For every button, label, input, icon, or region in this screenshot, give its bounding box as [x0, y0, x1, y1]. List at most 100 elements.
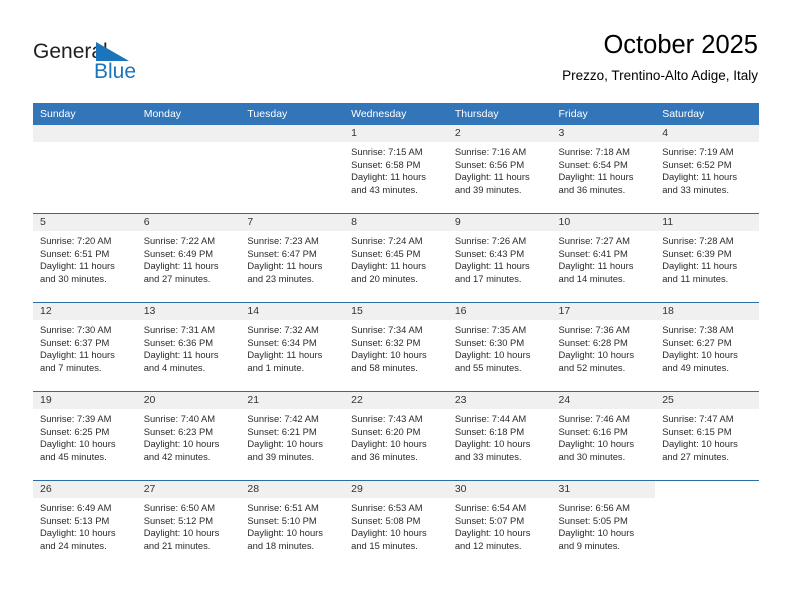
day-details: Sunrise: 7:28 AM Sunset: 6:39 PM Daylight:… — [655, 231, 759, 285]
page-title: October 2025 — [603, 31, 758, 59]
calendar-day-cell[interactable]: 10 Sunrise: 7:27 AM Sunset: 6:41 PM Dayligh… — [551, 213, 656, 303]
daylight-text-line1: Daylight: 11 hours — [558, 260, 634, 272]
day-number-band — [33, 125, 137, 142]
day-number: 27 — [136, 481, 241, 498]
day-number: 3 — [551, 125, 656, 142]
calendar-day-cell[interactable]: 17 Sunrise: 7:36 AM Sunset: 6:28 PM Dayligh… — [551, 302, 656, 392]
day-number: 16 — [447, 303, 552, 320]
sunrise-text: Sunrise: 7:43 AM — [351, 413, 423, 424]
calendar-day-cell[interactable]: 28 Sunrise: 6:51 AM Sunset: 5:10 PM Dayligh… — [240, 480, 345, 569]
sunrise-text: Sunrise: 7:39 AM — [40, 413, 112, 424]
sunset-text: Sunset: 5:13 PM — [40, 514, 110, 526]
day-details: Sunrise: 7:18 AM Sunset: 6:54 PM Daylight:… — [552, 142, 656, 196]
calendar-day-cell[interactable]: 14 Sunrise: 7:32 AM Sunset: 6:34 PM Dayligh… — [240, 302, 345, 392]
sunrise-text: Sunrise: 6:54 AM — [454, 502, 527, 513]
calendar-day-cell[interactable]: 24 Sunrise: 7:46 AM Sunset: 6:16 PM Dayligh… — [551, 391, 656, 481]
page-header: General Blue October 2025 Prezzo, Trenti… — [0, 0, 792, 103]
day-details: Sunrise: 7:39 AM Sunset: 6:25 PM Daylight:… — [33, 409, 137, 463]
logo-svg: General Blue — [33, 40, 136, 83]
calendar-day-cell[interactable]: 12 Sunrise: 7:30 AM Sunset: 6:37 PM Dayligh… — [33, 302, 137, 392]
sunrise-text: Sunrise: 7:24 AM — [351, 235, 423, 246]
calendar-day-cell[interactable]: 4 Sunrise: 7:19 AM Sunset: 6:52 PM Daylight… — [655, 125, 759, 214]
calendar-day-cell[interactable]: 6 Sunrise: 7:22 AM Sunset: 6:49 PM Daylight… — [136, 213, 241, 303]
calendar-day-cell[interactable]: 22 Sunrise: 7:43 AM Sunset: 6:20 PM Dayligh… — [344, 391, 448, 481]
daylight-text-line1: Daylight: 10 hours — [558, 438, 635, 450]
calendar-day-cell[interactable]: 5 Sunrise: 7:20 AM Sunset: 6:51 PM Daylight… — [33, 213, 137, 303]
calendar-day-cell[interactable]: 19 Sunrise: 7:39 AM Sunset: 6:25 PM Dayligh… — [33, 391, 137, 481]
daylight-text-line2: and 20 minutes. — [351, 272, 418, 284]
day-details: Sunrise: 7:40 AM Sunset: 6:23 PM Daylight:… — [137, 409, 241, 463]
calendar-day-cell[interactable]: 9 Sunrise: 7:26 AM Sunset: 6:43 PM Daylight… — [447, 213, 552, 303]
sunset-text: Sunset: 6:54 PM — [558, 158, 628, 170]
day-details: Sunrise: 7:31 AM Sunset: 6:36 PM Daylight:… — [137, 320, 241, 374]
day-number: 30 — [447, 481, 552, 498]
day-details: Sunrise: 7:35 AM Sunset: 6:30 PM Daylight:… — [448, 320, 552, 374]
calendar-day-cell[interactable]: 16 Sunrise: 7:35 AM Sunset: 6:30 PM Dayligh… — [447, 302, 552, 392]
sunset-text: Sunset: 6:27 PM — [662, 336, 732, 348]
day-number: 12 — [33, 303, 137, 320]
sunset-text: Sunset: 6:16 PM — [558, 425, 628, 437]
sunrise-text: Sunrise: 6:56 AM — [558, 502, 630, 513]
sunrise-text: Sunrise: 7:46 AM — [558, 413, 630, 424]
calendar-day-cell[interactable]: 13 Sunrise: 7:31 AM Sunset: 6:36 PM Dayligh… — [136, 302, 241, 392]
sunrise-text: Sunrise: 7:23 AM — [247, 235, 319, 246]
sunset-text: Sunset: 6:39 PM — [662, 247, 732, 259]
calendar-day-cell[interactable]: 29 Sunrise: 6:53 AM Sunset: 5:08 PM Dayligh… — [344, 480, 448, 569]
calendar-day-cell[interactable]: 1 Sunrise: 7:15 AM Sunset: 6:58 PM Daylight… — [344, 125, 448, 214]
calendar-day-cell[interactable]: 26 Sunrise: 6:49 AM Sunset: 5:13 PM Dayligh… — [33, 480, 137, 569]
daylight-text-line1: Daylight: 11 hours — [662, 260, 738, 272]
day-details: Sunrise: 7:30 AM Sunset: 6:37 PM Daylight:… — [33, 320, 137, 374]
day-number: 10 — [551, 214, 656, 231]
day-details: Sunrise: 6:49 AM Sunset: 5:13 PM Daylight:… — [33, 498, 137, 552]
daylight-text-line1: Daylight: 10 hours — [662, 438, 738, 450]
calendar-week-row: 12 Sunrise: 7:30 AM Sunset: 6:37 PM Dayligh… — [33, 302, 759, 392]
day-number: 23 — [447, 392, 552, 409]
sunrise-text: Sunrise: 7:47 AM — [662, 413, 734, 424]
sunset-text: Sunset: 6:47 PM — [247, 247, 317, 259]
blue-triangle-flag-icon — [96, 42, 129, 61]
sunset-text: Sunset: 5:07 PM — [454, 514, 525, 526]
sunset-text: Sunset: 6:56 PM — [454, 158, 525, 170]
sunset-text: Sunset: 6:20 PM — [351, 425, 421, 437]
daylight-text-line2: and 42 minutes. — [143, 450, 211, 462]
daylight-text-line1: Daylight: 10 hours — [247, 527, 323, 539]
daylight-text-line1: Daylight: 10 hours — [40, 527, 116, 539]
weekday-header-row: Sunday Monday Tuesday Wednesday Thursday… — [33, 103, 759, 125]
daylight-text-line2: and 52 minutes. — [558, 361, 626, 373]
day-number: 7 — [240, 214, 345, 231]
calendar-day-cell[interactable]: 15 Sunrise: 7:34 AM Sunset: 6:32 PM Dayligh… — [344, 302, 448, 392]
day-details: Sunrise: 7:27 AM Sunset: 6:41 PM Daylight:… — [552, 231, 656, 285]
daylight-text-line2: and 21 minutes. — [143, 539, 211, 551]
calendar-day-cell[interactable]: 18 Sunrise: 7:38 AM Sunset: 6:27 PM Dayligh… — [655, 302, 759, 392]
calendar-week-row: 19 Sunrise: 7:39 AM Sunset: 6:25 PM Dayligh… — [33, 391, 759, 481]
calendar-day-cell[interactable]: 23 Sunrise: 7:44 AM Sunset: 6:18 PM Dayligh… — [447, 391, 552, 481]
calendar-day-cell[interactable]: 25 Sunrise: 7:47 AM Sunset: 6:15 PM Dayligh… — [655, 391, 759, 481]
sunrise-text: Sunrise: 7:34 AM — [351, 324, 423, 335]
sunrise-text: Sunrise: 7:15 AM — [351, 146, 423, 157]
sunset-text: Sunset: 6:49 PM — [143, 247, 214, 259]
calendar-cell-empty — [240, 125, 345, 214]
calendar-day-cell[interactable]: 8 Sunrise: 7:24 AM Sunset: 6:45 PM Daylight… — [344, 213, 448, 303]
sunrise-text: Sunrise: 7:35 AM — [454, 324, 527, 335]
calendar-day-cell[interactable]: 30 Sunrise: 6:54 AM Sunset: 5:07 PM Dayligh… — [447, 480, 552, 569]
sunrise-text: Sunrise: 6:51 AM — [247, 502, 319, 513]
calendar-day-cell[interactable]: 21 Sunrise: 7:42 AM Sunset: 6:21 PM Dayligh… — [240, 391, 345, 481]
daylight-text-line1: Daylight: 11 hours — [143, 260, 219, 272]
calendar-day-cell[interactable]: 27 Sunrise: 6:50 AM Sunset: 5:12 PM Dayligh… — [136, 480, 241, 569]
sunset-text: Sunset: 6:23 PM — [143, 425, 214, 437]
sunset-text: Sunset: 6:15 PM — [662, 425, 732, 437]
weekday-header-thursday: Thursday — [447, 103, 552, 125]
daylight-text-line2: and 36 minutes. — [558, 183, 626, 195]
daylight-text-line2: and 1 minute. — [247, 361, 305, 373]
daylight-text-line1: Daylight: 10 hours — [143, 438, 220, 450]
calendar-day-cell[interactable]: 31 Sunrise: 6:56 AM Sunset: 5:05 PM Dayligh… — [551, 480, 656, 569]
sunrise-text: Sunrise: 7:18 AM — [558, 146, 630, 157]
calendar-day-cell[interactable]: 2 Sunrise: 7:16 AM Sunset: 6:56 PM Daylight… — [447, 125, 552, 214]
calendar-day-cell[interactable]: 3 Sunrise: 7:18 AM Sunset: 6:54 PM Daylight… — [551, 125, 656, 214]
calendar-day-cell[interactable]: 20 Sunrise: 7:40 AM Sunset: 6:23 PM Dayligh… — [136, 391, 241, 481]
daylight-text-line1: Daylight: 10 hours — [454, 349, 531, 361]
calendar-day-cell[interactable]: 11 Sunrise: 7:28 AM Sunset: 6:39 PM Dayligh… — [655, 213, 759, 303]
sunset-text: Sunset: 6:18 PM — [454, 425, 525, 437]
calendar-day-cell[interactable]: 7 Sunrise: 7:23 AM Sunset: 6:47 PM Daylight… — [240, 213, 345, 303]
daylight-text-line1: Daylight: 11 hours — [662, 171, 738, 183]
